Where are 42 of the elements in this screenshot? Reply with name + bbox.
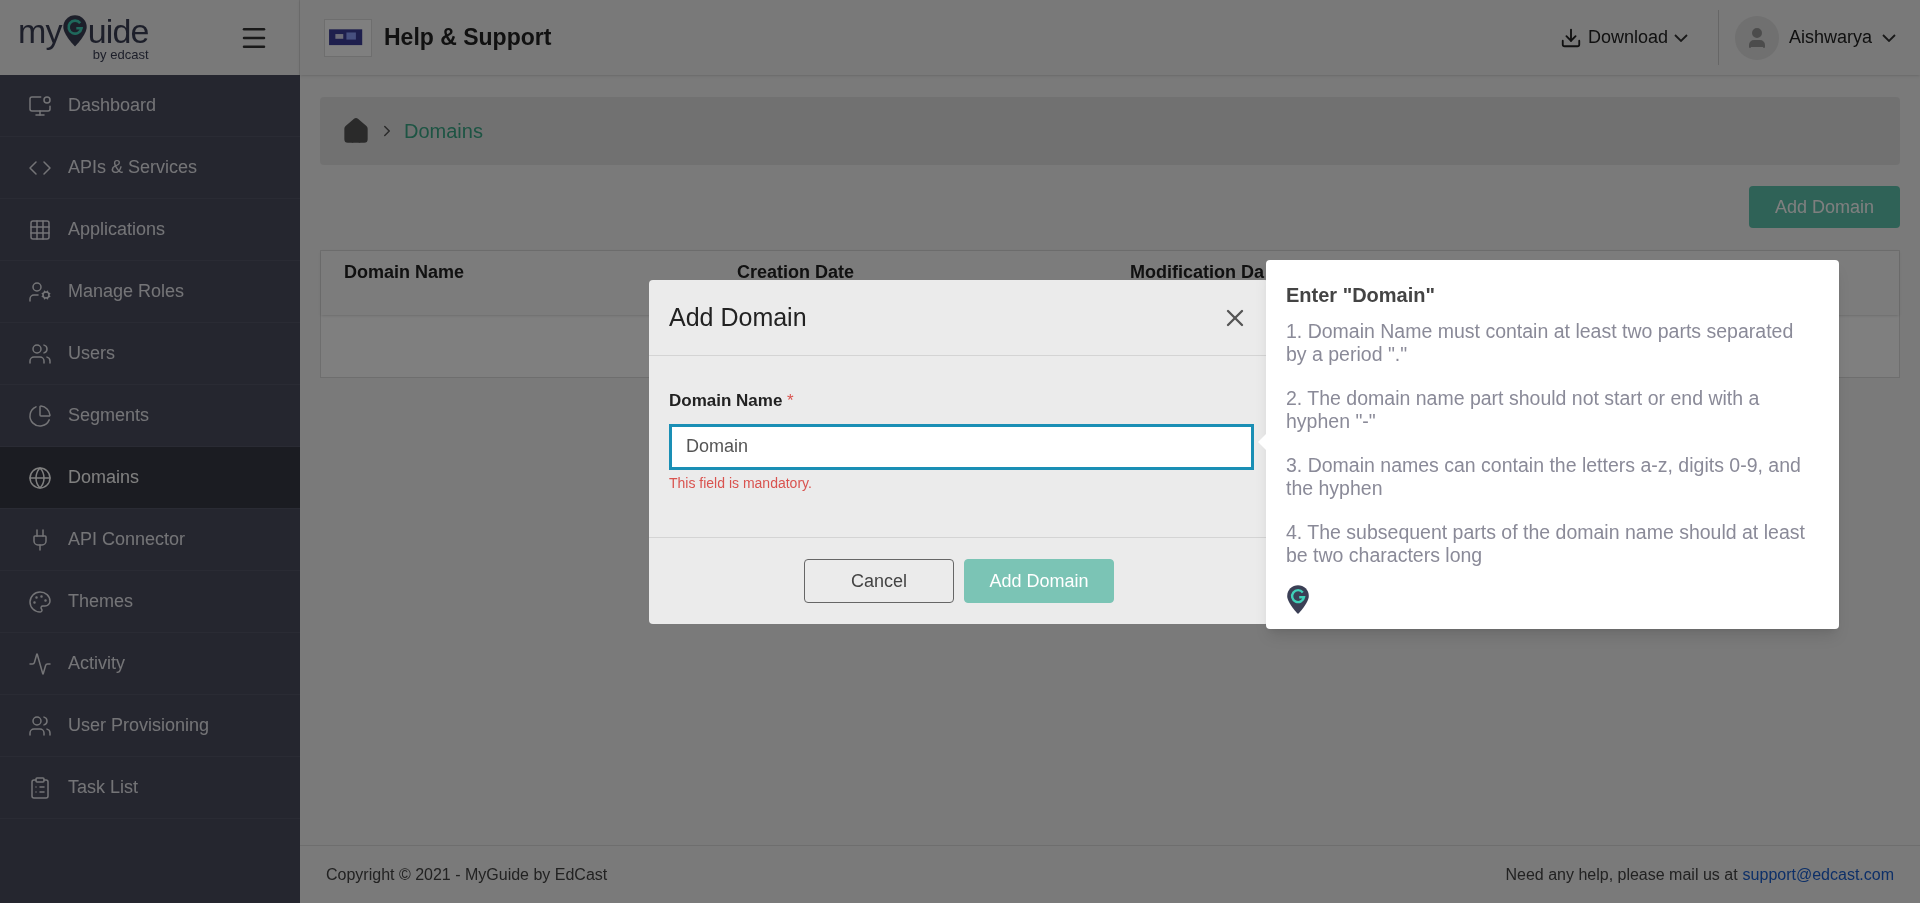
sidebar-item[interactable]: Domains bbox=[0, 447, 300, 509]
download-button[interactable]: Download bbox=[1559, 24, 1688, 51]
user-menu[interactable]: Aishwarya bbox=[1734, 15, 1896, 60]
column-header: Domain Name bbox=[344, 261, 466, 284]
grid-icon bbox=[28, 217, 52, 242]
breadcrumb-link[interactable]: Domains bbox=[404, 116, 483, 146]
download-icon bbox=[1559, 26, 1582, 49]
chevron-down-icon bbox=[1673, 33, 1688, 42]
dialog-title: Add Domain bbox=[669, 301, 807, 333]
column-header: Modification Da bbox=[1130, 261, 1265, 284]
field-label: Domain Name * bbox=[669, 390, 795, 412]
add-domain-button[interactable]: Add Domain bbox=[1748, 186, 1900, 228]
copyright-text: Copyright © 2021 - MyGuide by EdCast bbox=[326, 864, 608, 885]
users-icon bbox=[28, 713, 52, 738]
domain-name-field[interactable]: Domain bbox=[669, 423, 1254, 470]
logo-text: uide bbox=[87, 14, 149, 48]
tooltip-title: Enter "Domain" bbox=[1286, 283, 1436, 308]
user-gear-icon bbox=[28, 279, 52, 304]
help-text: Need any help, please mail us at bbox=[1505, 864, 1738, 885]
pin-icon bbox=[1286, 584, 1310, 616]
column-header: Creation Date bbox=[737, 261, 856, 284]
rule-text: 1. Domain Name must contain at least two parts separated by a period "." bbox=[1286, 320, 1795, 366]
chevron-down-icon bbox=[1882, 33, 1896, 42]
activity-icon bbox=[28, 651, 52, 676]
globe-icon bbox=[28, 465, 52, 490]
rule-text: 2. The domain name part should not start or end with a hyphen "-" bbox=[1286, 387, 1761, 433]
users-icon bbox=[28, 341, 52, 366]
rule-text: 4. The subsequent parts of the domain name should at least be two characters long bbox=[1286, 521, 1806, 567]
clipboard-icon bbox=[28, 775, 52, 800]
pie-chart-icon bbox=[28, 403, 52, 428]
monitor-icon bbox=[28, 93, 52, 118]
pin-icon bbox=[61, 14, 88, 48]
error-message: This field is mandatory. bbox=[669, 473, 813, 493]
banner-thumbnail-icon bbox=[324, 18, 372, 57]
home-icon[interactable] bbox=[342, 117, 370, 145]
rule-text: 3. Domain names can contain the letters a-z, digits 0-9, and the hyphen bbox=[1286, 454, 1802, 500]
logo-text: my bbox=[18, 14, 62, 48]
email-link[interactable]: support@edcast.com bbox=[1742, 862, 1894, 887]
logo-byline: by edcast bbox=[92, 48, 149, 61]
cancel-button[interactable]: Cancel bbox=[804, 559, 954, 603]
palette-icon bbox=[28, 589, 52, 614]
page-title: Help & Support bbox=[384, 23, 552, 53]
